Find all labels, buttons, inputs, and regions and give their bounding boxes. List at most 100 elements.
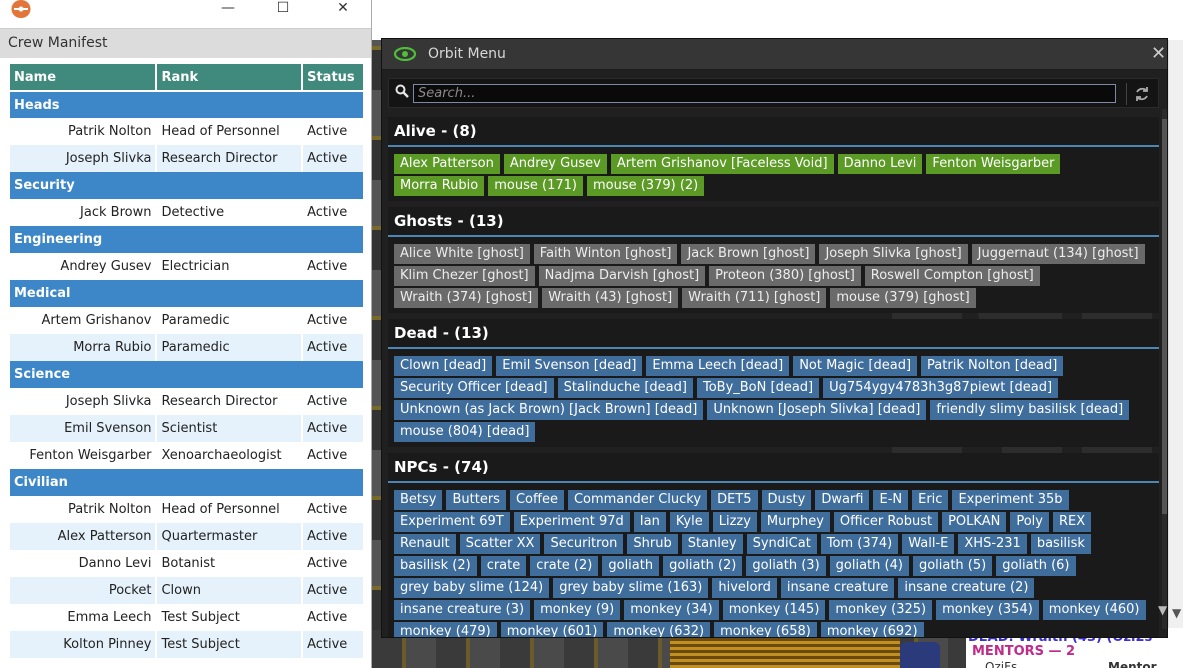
orbit-target-button[interactable]: goliath (2) xyxy=(663,556,743,576)
orbit-target-button[interactable]: monkey (479) xyxy=(394,622,497,637)
orbit-target-button[interactable]: Dwarfi xyxy=(815,490,870,510)
orbit-target-button[interactable]: Officer Robust xyxy=(833,512,939,532)
orbit-target-button[interactable]: grey baby slime (163) xyxy=(553,578,709,598)
orbit-target-button[interactable]: Stalinduche [dead] xyxy=(557,378,693,398)
orbit-target-button[interactable]: Alex Patterson xyxy=(394,154,500,174)
orbit-target-button[interactable]: Securitron xyxy=(544,534,624,554)
orbit-target-button[interactable]: Security Officer [dead] xyxy=(394,378,554,398)
orbit-target-button[interactable]: POLKAN xyxy=(942,512,1007,532)
orbit-target-button[interactable]: monkey (692) xyxy=(820,622,924,637)
orbit-target-button[interactable]: Fenton Weisgarber xyxy=(926,154,1061,174)
orbit-target-button[interactable]: E-N xyxy=(873,490,909,510)
orbit-target-button[interactable]: Coffee xyxy=(509,490,564,510)
orbit-target-button[interactable]: Joseph Slivka [ghost] xyxy=(819,244,968,264)
window-titlebar[interactable]: — ☐ ✕ xyxy=(0,0,371,28)
orbit-target-button[interactable]: Lizzy xyxy=(712,512,757,532)
orbit-target-button[interactable]: insane creature (3) xyxy=(394,600,531,620)
refresh-icon[interactable] xyxy=(1134,86,1150,102)
orbit-target-button[interactable]: Shrub xyxy=(627,534,678,554)
orbit-target-button[interactable]: ToBy_BoN [dead] xyxy=(696,378,820,398)
orbit-target-button[interactable]: goliath (5) xyxy=(912,556,993,576)
orbit-close-button[interactable]: ✕ xyxy=(1151,43,1166,64)
orbit-target-button[interactable]: Renault xyxy=(394,534,456,554)
orbit-target-button[interactable]: Jack Brown [ghost] xyxy=(681,244,816,264)
orbit-target-button[interactable]: Betsy xyxy=(394,490,443,510)
orbit-titlebar[interactable]: Orbit Menu ✕ xyxy=(382,39,1167,70)
orbit-target-button[interactable]: Wraith (374) [ghost] xyxy=(394,288,539,308)
orbit-target-button[interactable]: Ian xyxy=(633,512,666,532)
orbit-target-button[interactable]: Faith Winton [ghost] xyxy=(533,244,678,264)
orbit-target-button[interactable]: Andrey Gusev xyxy=(503,154,607,174)
orbit-target-button[interactable]: monkey (145) xyxy=(722,600,826,620)
orbit-target-button[interactable]: Danno Levi xyxy=(837,154,923,174)
orbit-target-button[interactable]: insane creature (2) xyxy=(898,578,1035,598)
orbit-target-button[interactable]: Unknown (as Jack Brown) [Jack Brown] [de… xyxy=(394,400,704,420)
orbit-target-button[interactable]: Experiment 97d xyxy=(513,512,630,532)
orbit-target-button[interactable]: Tom (374) xyxy=(820,534,899,554)
orbit-target-button[interactable]: Kyle xyxy=(669,512,709,532)
orbit-target-button[interactable]: mouse (171) xyxy=(488,176,583,196)
chevron-down-icon[interactable]: ▼ xyxy=(1172,606,1181,620)
orbit-target-button[interactable]: crate xyxy=(480,556,527,576)
orbit-scrollbar-thumb[interactable] xyxy=(1162,119,1167,514)
orbit-target-button[interactable]: Emma Leech [dead] xyxy=(646,356,790,376)
orbit-target-button[interactable]: Experiment 69T xyxy=(394,512,510,532)
close-button[interactable]: ✕ xyxy=(330,0,356,18)
orbit-target-button[interactable]: Eric xyxy=(912,490,949,510)
orbit-target-button[interactable]: mouse (379) (2) xyxy=(586,176,705,196)
orbit-target-button[interactable]: Nadjma Darvish [ghost] xyxy=(538,266,706,286)
orbit-target-button[interactable]: insane creature xyxy=(780,578,895,598)
orbit-target-button[interactable]: XHS-231 xyxy=(958,534,1027,554)
orbit-target-button[interactable]: Roswell Compton [ghost] xyxy=(864,266,1040,286)
orbit-target-button[interactable]: Dusty xyxy=(761,490,812,510)
orbit-target-button[interactable]: basilisk (2) xyxy=(394,556,477,576)
orbit-target-button[interactable]: Emil Svenson [dead] xyxy=(496,356,643,376)
chevron-down-icon[interactable]: ▼ xyxy=(1158,603,1167,617)
orbit-target-button[interactable]: REX xyxy=(1052,512,1092,532)
orbit-target-button[interactable]: Wraith (711) [ghost] xyxy=(682,288,827,308)
orbit-target-button[interactable]: monkey (34) xyxy=(624,600,719,620)
orbit-target-button[interactable]: Ug754ygy4783h3g87piewt [dead] xyxy=(823,378,1059,398)
orbit-target-button[interactable]: goliath (6) xyxy=(996,556,1076,576)
orbit-target-button[interactable]: Wraith (43) [ghost] xyxy=(542,288,679,308)
orbit-target-button[interactable]: goliath xyxy=(602,556,660,576)
orbit-target-button[interactable]: monkey (658) xyxy=(714,622,817,637)
orbit-target-button[interactable]: Butters xyxy=(446,490,506,510)
orbit-target-button[interactable]: monkey (632) xyxy=(607,622,711,637)
orbit-target-button[interactable]: Alice White [ghost] xyxy=(394,244,530,264)
orbit-target-button[interactable]: Klim Chezer [ghost] xyxy=(394,266,535,286)
orbit-target-button[interactable]: Scatter XX xyxy=(459,534,541,554)
orbit-target-button[interactable]: Unknown [Joseph Slivka] [dead] xyxy=(707,400,927,420)
orbit-target-button[interactable]: basilisk xyxy=(1030,534,1091,554)
orbit-target-button[interactable]: monkey (601) xyxy=(500,622,604,637)
orbit-target-button[interactable]: Not Magic [dead] xyxy=(793,356,918,376)
orbit-target-button[interactable]: grey baby slime (124) xyxy=(394,578,550,598)
orbit-target-button[interactable]: Commander Clucky xyxy=(567,490,708,510)
orbit-target-button[interactable]: Juggernaut (134) [ghost] xyxy=(971,244,1145,264)
orbit-target-button[interactable]: Poly xyxy=(1010,512,1049,532)
orbit-target-button[interactable]: mouse (804) [dead] xyxy=(394,422,536,442)
orbit-target-button[interactable]: goliath (4) xyxy=(829,556,909,576)
maximize-button[interactable]: ☐ xyxy=(270,0,296,18)
orbit-target-button[interactable]: Wall-E xyxy=(902,534,955,554)
orbit-target-button[interactable]: Clown [dead] xyxy=(394,356,493,376)
orbit-target-button[interactable]: monkey (460) xyxy=(1042,600,1146,620)
orbit-target-button[interactable]: Murphey xyxy=(760,512,830,532)
orbit-target-button[interactable]: crate (2) xyxy=(530,556,599,576)
orbit-target-button[interactable]: monkey (354) xyxy=(936,600,1039,620)
orbit-target-button[interactable]: goliath (3) xyxy=(746,556,826,576)
orbit-target-button[interactable]: Experiment 35b xyxy=(952,490,1069,510)
orbit-target-button[interactable]: Artem Grishanov [Faceless Void] xyxy=(610,154,834,174)
search-input[interactable] xyxy=(413,84,1116,103)
orbit-target-button[interactable]: Morra Rubio xyxy=(394,176,485,196)
orbit-target-button[interactable]: monkey (9) xyxy=(534,600,621,620)
orbit-target-button[interactable]: Patrik Nolton [dead] xyxy=(921,356,1064,376)
orbit-target-button[interactable]: DET5 xyxy=(711,490,758,510)
chat-scrollbar[interactable] xyxy=(1168,40,1183,630)
minimize-button[interactable]: — xyxy=(215,0,241,18)
orbit-target-button[interactable]: mouse (379) [ghost] xyxy=(830,288,976,308)
orbit-target-button[interactable]: friendly slimy basilisk [dead] xyxy=(930,400,1130,420)
orbit-target-button[interactable]: monkey (325) xyxy=(829,600,933,620)
orbit-target-button[interactable]: SyndiCat xyxy=(746,534,817,554)
orbit-target-button[interactable]: hivelord xyxy=(712,578,777,598)
